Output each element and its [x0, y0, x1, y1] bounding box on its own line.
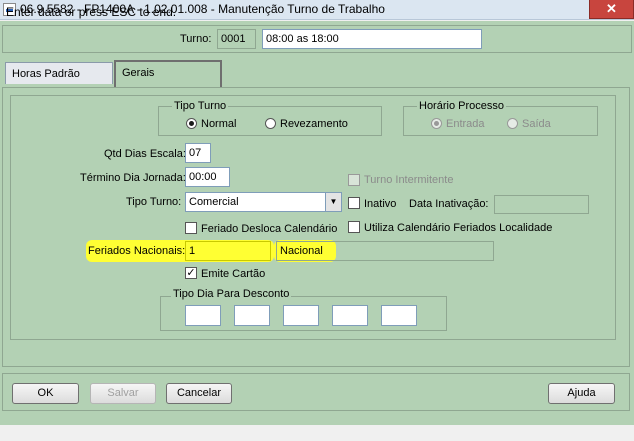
- radio-revezamento-label: Revezamento: [280, 118, 348, 130]
- tipo-turno-select[interactable]: Comercial ▼: [185, 192, 342, 212]
- ok-button[interactable]: OK: [12, 383, 79, 404]
- desconto-field-4[interactable]: [332, 305, 368, 326]
- desconto-field-3[interactable]: [283, 305, 319, 326]
- feriados-nacionais-code-field[interactable]: 1: [185, 241, 271, 261]
- turno-intermitente-checkbox[interactable]: [348, 174, 360, 186]
- radio-normal-label: Normal: [201, 118, 237, 130]
- turno-intermitente-label: Turno Intermitente: [364, 174, 454, 186]
- cancelar-button[interactable]: Cancelar: [166, 383, 232, 404]
- tab-horas-padrao[interactable]: Horas Padrão: [5, 62, 113, 84]
- data-inativacao-field: [494, 195, 589, 214]
- salvar-button[interactable]: Salvar: [90, 383, 156, 404]
- radio-saida[interactable]: [507, 118, 518, 129]
- tipo-dia-desconto-legend: Tipo Dia Para Desconto: [171, 287, 292, 301]
- radio-saida-label: Saída: [522, 118, 551, 130]
- tipo-turno-legend: Tipo Turno: [172, 99, 229, 113]
- inativo-checkbox[interactable]: [348, 197, 360, 209]
- status-text: Enter data or press ESC to end.: [6, 5, 177, 19]
- emite-cartao-label: Emite Cartão: [201, 268, 266, 280]
- data-inativacao-label: Data Inativação:: [409, 198, 489, 210]
- ajuda-button[interactable]: Ajuda: [548, 383, 615, 404]
- qtd-dias-escala-field[interactable]: 07: [185, 143, 211, 163]
- radio-entrada-label: Entrada: [446, 118, 485, 130]
- feriados-nacionais-desc-field: Nacional: [276, 241, 494, 261]
- status-bar: [0, 425, 634, 441]
- qtd-dias-escala-label: Qtd Dias Escala:: [104, 148, 186, 160]
- tipo-turno-select-value: Comercial: [189, 196, 239, 208]
- desconto-field-2[interactable]: [234, 305, 270, 326]
- radio-normal[interactable]: [186, 118, 197, 129]
- feriado-desloca-label: Feriado Desloca Calendário: [201, 223, 338, 235]
- horario-processo-legend: Horário Processo: [417, 99, 506, 113]
- desconto-field-5[interactable]: [381, 305, 417, 326]
- termino-dia-jornada-field[interactable]: 00:00: [185, 167, 230, 187]
- turno-code-field: 0001: [217, 29, 256, 49]
- feriados-nacionais-label: Feriados Nacionais:: [88, 245, 186, 257]
- utiliza-calendario-checkbox[interactable]: [348, 221, 360, 233]
- chevron-down-icon[interactable]: ▼: [325, 193, 341, 211]
- tab-gerais[interactable]: Gerais: [114, 60, 222, 87]
- radio-revezamento[interactable]: [265, 118, 276, 129]
- turno-description-field[interactable]: 08:00 as 18:00: [262, 29, 482, 49]
- inativo-label: Inativo: [364, 198, 397, 210]
- desconto-field-1[interactable]: [185, 305, 221, 326]
- termino-dia-jornada-label: Término Dia Jornada:: [80, 172, 186, 184]
- tipo-turno-label: Tipo Turno:: [126, 196, 182, 208]
- radio-entrada[interactable]: [431, 118, 442, 129]
- emite-cartao-checkbox[interactable]: ✓: [185, 267, 197, 279]
- close-button[interactable]: ✕: [589, 0, 634, 19]
- utiliza-calendario-label: Utiliza Calendário Feriados Localidade: [364, 222, 553, 234]
- turno-label: Turno:: [180, 33, 212, 45]
- feriado-desloca-checkbox[interactable]: [185, 222, 197, 234]
